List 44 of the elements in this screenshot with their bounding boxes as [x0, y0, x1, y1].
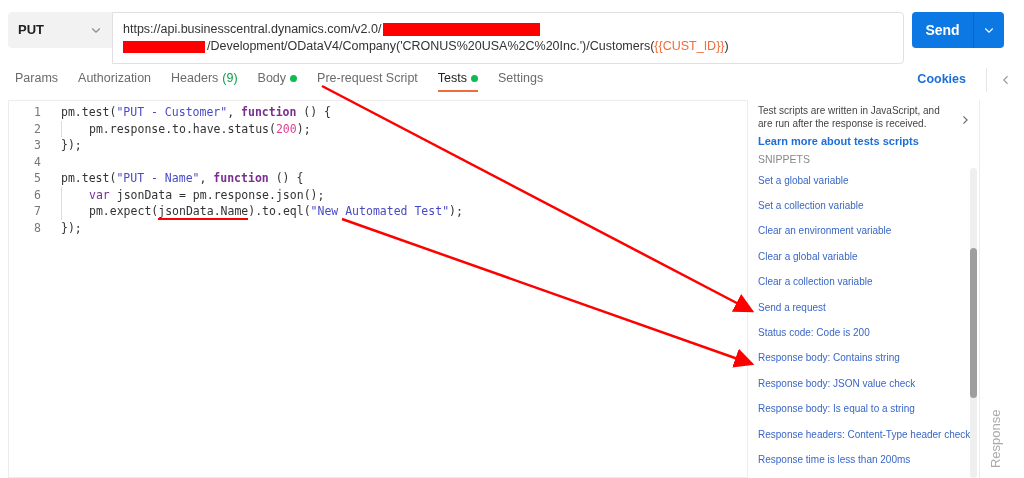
request-tab[interactable]: Pre-request Script — [317, 67, 418, 92]
send-button[interactable]: Send — [912, 12, 974, 48]
snippet-link[interactable]: Clear an environment variable — [758, 223, 892, 239]
snippet-link[interactable]: Set a global variable — [758, 172, 849, 188]
snippet-link[interactable]: Response body: Is equal to a string — [758, 401, 915, 417]
snippet-link[interactable]: Set a collection variable — [758, 198, 864, 214]
code-line: pm.expect(jsonData.Name).to.eql("New Automated Test"); — [61, 203, 463, 220]
send-options-button[interactable] — [974, 12, 1004, 48]
request-tab[interactable]: Headers (9) — [171, 67, 238, 92]
code-line: pm.response.to.have.status(200); — [61, 120, 311, 137]
scrollbar[interactable] — [970, 167, 977, 478]
request-tab[interactable]: Body — [257, 67, 298, 92]
snippet-link[interactable]: Response time is less than 200ms — [758, 452, 911, 467]
request-tab[interactable]: Params — [15, 67, 59, 92]
method-select[interactable]: PUT — [8, 12, 112, 48]
request-tab[interactable]: Settings — [498, 67, 544, 92]
learn-more-link[interactable]: Learn more about tests scripts — [748, 133, 979, 150]
snippet-link[interactable]: Response body: JSON value check — [758, 375, 916, 391]
line-number: 3 — [33, 137, 42, 154]
snippet-link[interactable]: Clear a collection variable — [758, 274, 873, 290]
snippet-link[interactable]: Clear a global variable — [758, 248, 858, 264]
code-line: }); — [61, 219, 82, 236]
snippet-link[interactable]: Response body: Contains string — [758, 350, 900, 366]
request-tab[interactable]: Tests — [437, 67, 478, 92]
code-line: pm.test("PUT - Customer", function () { — [61, 104, 332, 121]
code-line: }); — [61, 137, 82, 154]
snippet-link[interactable]: Send a request — [758, 299, 826, 315]
line-number: 1 — [33, 104, 42, 121]
line-number: 8 — [33, 219, 42, 236]
cookies-link[interactable]: Cookies — [917, 70, 966, 89]
request-tab[interactable]: Authorization — [78, 67, 152, 92]
code-line: pm.test("PUT - Name", function () { — [61, 170, 304, 187]
line-number: 5 — [33, 170, 42, 187]
help-text: Test scripts are written in JavaScript, and are run after the response is received. — [758, 104, 941, 130]
line-number: 2 — [33, 120, 42, 137]
line-number: 4 — [33, 153, 42, 170]
snippet-link[interactable]: Response headers: Content-Type header check — [758, 426, 971, 442]
line-number: 6 — [33, 186, 42, 203]
snippet-link[interactable]: Status code: Code is 200 — [758, 325, 870, 341]
url-field[interactable]: https://api.businesscentral.dynamics.com/v2.0/ /Development/ODataV4/Company('CRONUS%20USA%2C%20Inc.')/Customers({{CUST_ID}}) — [112, 12, 904, 64]
line-number: 7 — [33, 203, 42, 220]
snippets-heading: SNIPPETS — [758, 153, 810, 165]
code-line: var jsonData = pm.response.json(); — [61, 186, 325, 203]
code-editor[interactable] — [8, 100, 748, 478]
